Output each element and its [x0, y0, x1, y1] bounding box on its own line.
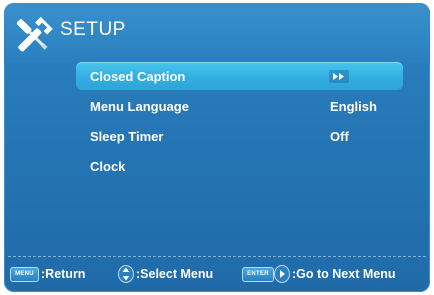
header-bar: SETUP	[4, 3, 430, 63]
menu-key-icon: MENU	[10, 267, 39, 282]
return-hint: :Return	[41, 267, 86, 281]
double-arrow-right-icon	[329, 70, 349, 83]
menu-item-closed-caption[interactable]: Closed Caption	[76, 62, 403, 90]
up-down-arrows-icon	[118, 265, 134, 283]
menu-item-value: Off	[330, 129, 349, 144]
menu-item-menu-language[interactable]: Menu Language English	[76, 92, 403, 120]
select-menu-hint: :Select Menu	[136, 267, 214, 281]
menu-item-label: Sleep Timer	[90, 129, 164, 144]
settings-menu: Closed Caption Menu Language English Sle…	[76, 62, 403, 182]
menu-item-label: Menu Language	[90, 99, 189, 114]
right-arrow-icon	[274, 265, 290, 283]
menu-item-clock[interactable]: Clock	[76, 152, 403, 180]
tools-icon	[16, 16, 53, 52]
footer-help-bar: MENU :Return :Select Menu ENTER :Go to N…	[4, 262, 430, 284]
menu-item-sleep-timer[interactable]: Sleep Timer Off	[76, 122, 403, 150]
menu-item-label: Clock	[90, 159, 126, 174]
enter-key-icon: ENTER	[242, 267, 274, 282]
menu-item-value: English	[330, 99, 377, 114]
footer-divider	[8, 256, 426, 257]
next-menu-hint: :Go to Next Menu	[292, 267, 396, 281]
page-title: SETUP	[60, 19, 126, 40]
setup-screen: SETUP Closed Caption Menu Language Engli…	[4, 3, 430, 292]
menu-item-label: Closed Caption	[90, 69, 186, 84]
